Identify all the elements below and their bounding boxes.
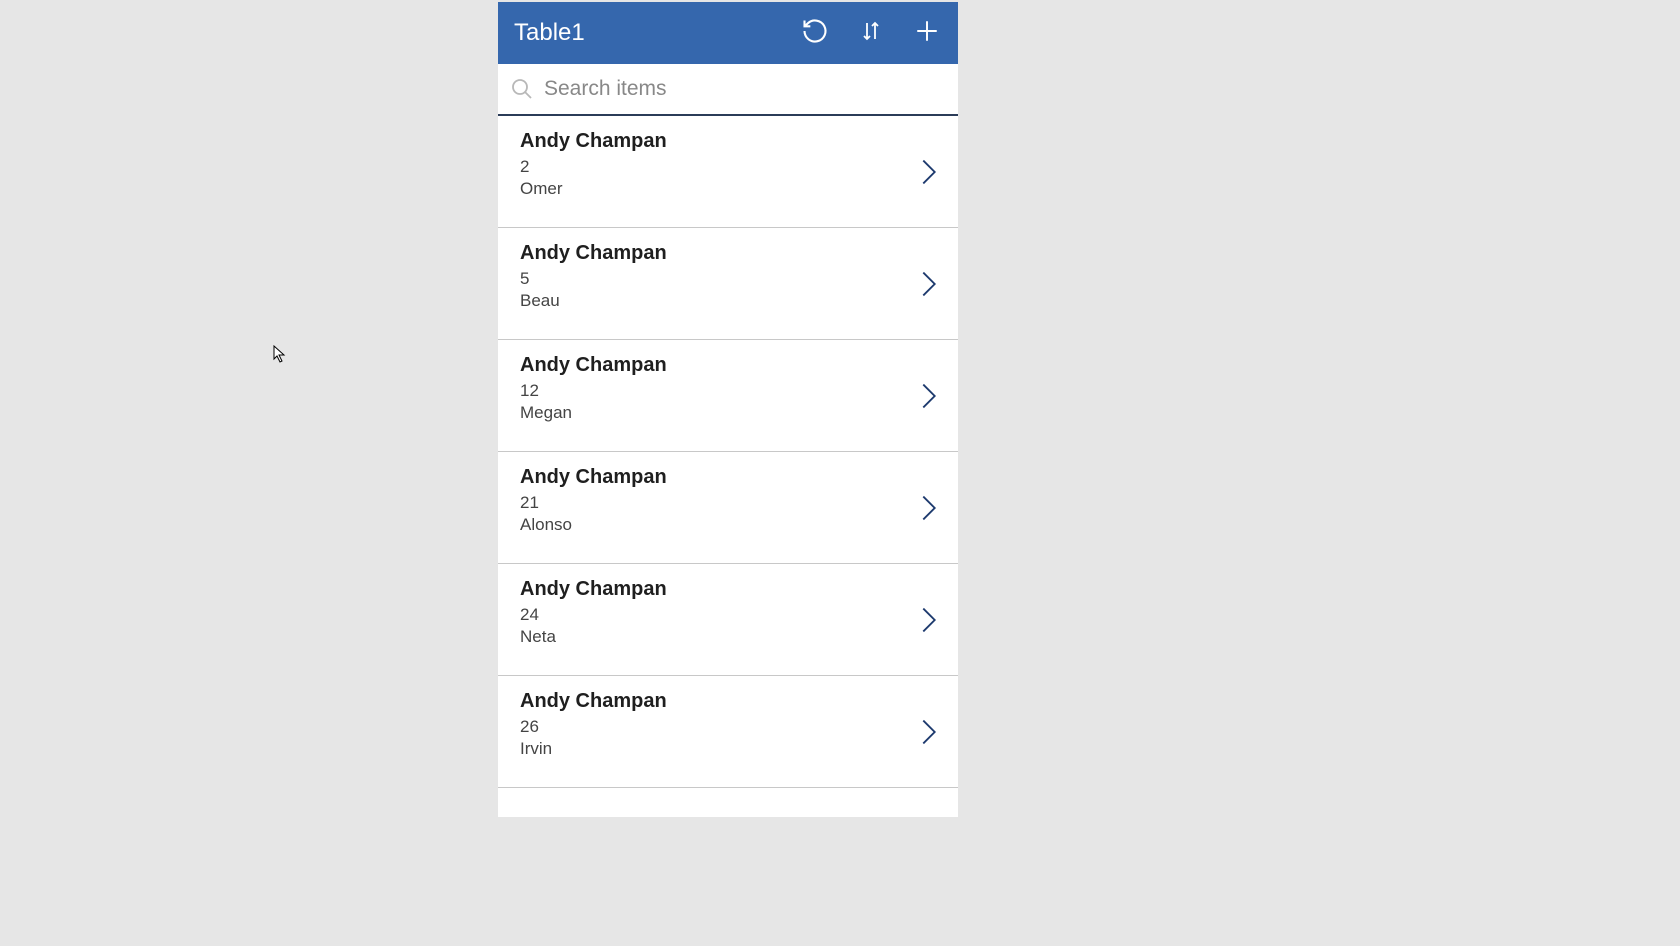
add-button[interactable] — [912, 18, 942, 48]
mouse-cursor — [273, 345, 287, 363]
list-item-number: 26 — [520, 717, 936, 737]
list-item-number: 24 — [520, 605, 936, 625]
list-item-subtitle: Neta — [520, 627, 936, 647]
refresh-icon — [801, 17, 829, 50]
list-item-title: Andy Champan — [520, 130, 936, 153]
list-item[interactable]: Andy Champan 2Omer — [498, 116, 958, 228]
sort-button[interactable] — [856, 18, 886, 48]
page-title: Table1 — [514, 19, 585, 47]
sort-icon — [859, 17, 883, 50]
list-item-subtitle: Alonso — [520, 515, 936, 535]
list-item-title: Andy Champan — [520, 242, 936, 265]
list-item-number: 21 — [520, 493, 936, 513]
chevron-right-icon — [918, 604, 940, 636]
list-item-subtitle: Beau — [520, 291, 936, 311]
list-item[interactable]: Andy Champan 21Alonso — [498, 452, 958, 564]
list-item-title: Andy Champan — [520, 578, 936, 601]
refresh-button[interactable] — [800, 18, 830, 48]
list-item-title: Andy Champan — [520, 690, 936, 713]
list-item[interactable]: Andy Champan 5Beau — [498, 228, 958, 340]
search-bar — [498, 64, 958, 116]
app-container: Table1 — [498, 2, 958, 817]
list-item-subtitle: Irvin — [520, 739, 936, 759]
chevron-right-icon — [918, 492, 940, 524]
search-input[interactable] — [544, 77, 948, 101]
chevron-right-icon — [918, 380, 940, 412]
header-actions — [800, 18, 942, 48]
list-item[interactable]: Andy Champan 12Megan — [498, 340, 958, 452]
plus-icon — [914, 18, 940, 49]
list-item-number: 2 — [520, 157, 936, 177]
list-item[interactable]: Andy Champan 26Irvin — [498, 676, 958, 788]
list-item[interactable]: Andy Champan 24Neta — [498, 564, 958, 676]
search-icon — [508, 75, 536, 103]
chevron-right-icon — [918, 156, 940, 188]
header-bar: Table1 — [498, 2, 958, 64]
items-list[interactable]: Andy Champan2OmerAndy Champan5BeauAndy C… — [498, 116, 958, 817]
list-item-subtitle: Megan — [520, 403, 936, 423]
list-item-title: Andy Champan — [520, 354, 936, 377]
list-item-title: Andy Champan — [520, 466, 936, 489]
list-item-subtitle: Omer — [520, 179, 936, 199]
chevron-right-icon — [918, 716, 940, 748]
chevron-right-icon — [918, 268, 940, 300]
list-item-number: 5 — [520, 269, 936, 289]
list-item-number: 12 — [520, 381, 936, 401]
